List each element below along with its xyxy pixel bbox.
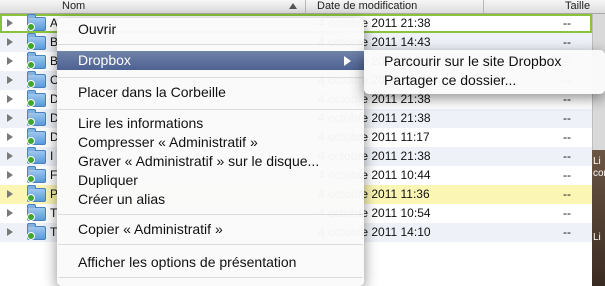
menu-item-label: Lire les informations [78, 115, 204, 131]
disclosure-triangle-icon[interactable] [7, 133, 13, 141]
menu-item-label: Placer dans la Corbeille [78, 84, 226, 100]
column-header-size[interactable]: Taille [565, 0, 590, 13]
menu-item-label: Créer un alias [78, 191, 166, 207]
menu-item-compress[interactable]: Compresser « Administratif » [57, 133, 364, 152]
file-size: -- [563, 206, 571, 220]
menu-separator [58, 44, 363, 45]
disclosure-triangle-icon[interactable] [7, 171, 13, 179]
file-size: -- [563, 149, 571, 163]
column-header-date[interactable]: Date de modification [317, 0, 417, 13]
disclosure-triangle-icon[interactable] [7, 57, 13, 65]
file-size: -- [563, 16, 571, 30]
list-header: Nom Date de modification Taille [0, 0, 605, 14]
file-size: -- [563, 111, 571, 125]
sync-badge-icon [27, 156, 35, 164]
menu-item-get-info[interactable]: Lire les informations [57, 114, 364, 133]
disclosure-triangle-icon[interactable] [7, 114, 13, 122]
sync-badge-icon [27, 23, 35, 31]
disclosure-triangle-icon[interactable] [7, 95, 13, 103]
file-size: -- [563, 225, 571, 239]
sync-badge-icon [27, 213, 35, 221]
submenu-item-label: Parcourir sur le site Dropbox [384, 53, 562, 69]
column-header-name[interactable]: Nom [62, 0, 85, 13]
desktop-label: Li [593, 156, 601, 167]
sync-badge-icon [27, 175, 35, 183]
desktop-background: Li cont Li [592, 150, 605, 286]
sync-badge-icon [27, 61, 35, 69]
menu-separator [58, 244, 363, 245]
sync-badge-icon [27, 137, 35, 145]
menu-item-label: Copier « Administratif » [78, 221, 223, 237]
menu-item-label: Compresser « Administratif » [78, 134, 258, 150]
column-divider[interactable] [305, 0, 306, 13]
submenu-arrow-icon [344, 56, 351, 66]
menu-item-label: Graver « Administratif » sur le disque..… [78, 153, 320, 169]
menu-item-open[interactable]: Ouvrir [57, 20, 364, 39]
desktop-label: cont [593, 168, 605, 179]
menu-item-make-alias[interactable]: Créer un alias [57, 190, 364, 209]
file-name: I [50, 149, 54, 163]
menu-item-burn[interactable]: Graver « Administratif » sur le disque..… [57, 152, 364, 171]
context-menu: Ouvrir Dropbox Placer dans la Corbeille … [57, 18, 364, 286]
submenu-item-label: Partager ce dossier... [384, 72, 517, 88]
file-size: -- [563, 92, 571, 106]
sync-badge-icon [27, 99, 35, 107]
sync-badge-icon [27, 42, 35, 50]
sync-badge-icon [27, 232, 35, 240]
sync-badge-icon [27, 80, 35, 88]
file-size: -- [563, 187, 571, 201]
menu-item-dropbox[interactable]: Dropbox [57, 51, 364, 70]
desktop-label: Li [593, 232, 601, 243]
menu-item-view-options[interactable]: Afficher les options de présentation [57, 253, 364, 272]
menu-separator [58, 77, 363, 78]
disclosure-triangle-icon[interactable] [7, 76, 13, 84]
sync-badge-icon [27, 118, 35, 126]
disclosure-triangle-icon[interactable] [7, 38, 13, 46]
menu-item-trash[interactable]: Placer dans la Corbeille [57, 83, 364, 102]
submenu-item-open-dropbox-site[interactable]: Parcourir sur le site Dropbox [364, 52, 605, 71]
file-size: -- [563, 130, 571, 144]
dropbox-submenu: Parcourir sur le site Dropbox Partager c… [364, 50, 605, 94]
disclosure-triangle-icon[interactable] [7, 19, 13, 27]
submenu-item-share-folder[interactable]: Partager ce dossier... [364, 71, 605, 90]
disclosure-triangle-icon[interactable] [7, 209, 13, 217]
menu-separator [58, 109, 363, 110]
sort-ascending-icon [289, 3, 297, 9]
menu-item-label: Dropbox [78, 52, 131, 68]
disclosure-triangle-icon[interactable] [7, 190, 13, 198]
menu-separator [58, 214, 363, 215]
file-size: -- [563, 168, 571, 182]
column-divider[interactable] [483, 0, 484, 13]
menu-item-duplicate[interactable]: Dupliquer [57, 171, 364, 190]
disclosure-triangle-icon[interactable] [7, 228, 13, 236]
menu-item-label: Ouvrir [78, 21, 117, 37]
file-size: -- [563, 35, 571, 49]
menu-item-copy[interactable]: Copier « Administratif » [57, 220, 364, 239]
menu-separator [58, 277, 363, 278]
menu-item-label: Afficher les options de présentation [78, 254, 297, 270]
disclosure-triangle-icon[interactable] [7, 152, 13, 160]
sync-badge-icon [27, 194, 35, 202]
menu-item-label: Dupliquer [78, 172, 138, 188]
